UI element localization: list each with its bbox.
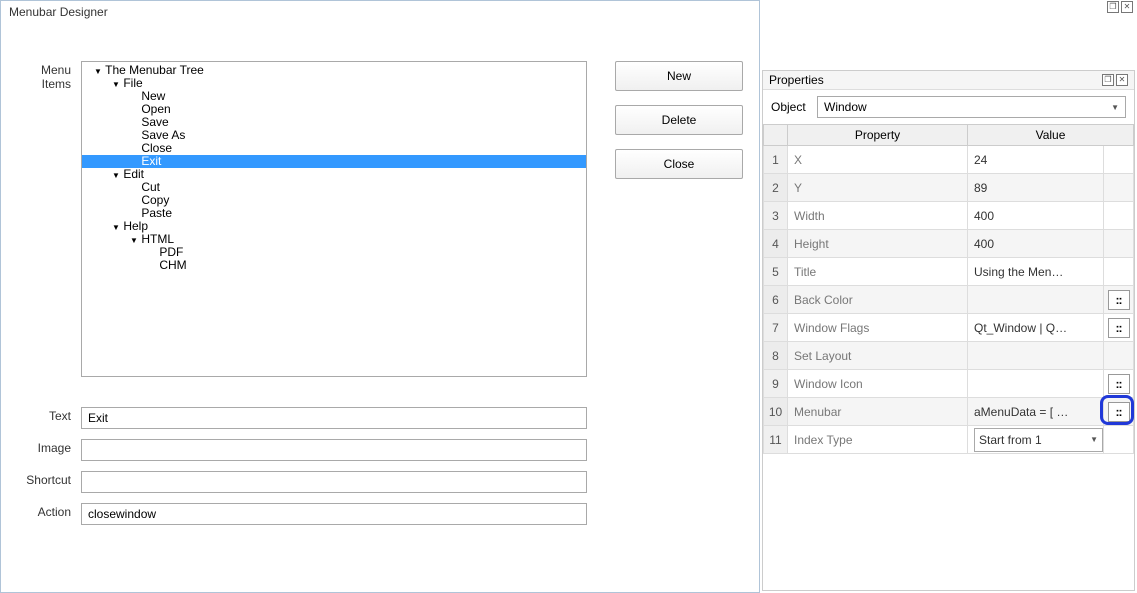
property-button-cell — [1104, 202, 1134, 230]
tree-item[interactable]: Close — [88, 142, 580, 155]
rownum-cell: 5 — [764, 258, 788, 286]
property-name-cell: Title — [788, 258, 968, 286]
property-edit-button[interactable]: :: — [1108, 290, 1130, 310]
object-label: Object — [771, 100, 811, 114]
property-button-cell — [1104, 230, 1134, 258]
chevron-down-icon: ▼ — [1111, 103, 1119, 112]
property-button-cell — [1104, 342, 1134, 370]
property-button-cell — [1104, 146, 1134, 174]
panel-restore-icon[interactable]: ❐ — [1102, 74, 1114, 86]
rownum-cell: 6 — [764, 286, 788, 314]
shortcut-field[interactable] — [81, 471, 587, 493]
property-value-cell[interactable] — [968, 286, 1104, 314]
property-button-cell — [1104, 258, 1134, 286]
window-title: Menubar Designer — [1, 1, 759, 23]
property-value-cell[interactable] — [968, 370, 1104, 398]
tree-item[interactable]: Exit — [82, 155, 586, 168]
property-edit-button[interactable]: :: — [1108, 318, 1130, 338]
restore-icon[interactable]: ❐ — [1107, 1, 1119, 13]
property-name-cell: Window Flags — [788, 314, 968, 342]
tree-item[interactable]: ▼ The Menubar Tree — [88, 64, 580, 77]
tree-item[interactable]: ▼ Edit — [88, 168, 580, 181]
property-button-cell: :: — [1104, 398, 1134, 426]
property-value-cell[interactable]: Start from 1▼ — [968, 426, 1104, 454]
properties-table: Property Value 1X242Y893Width4004Height4… — [763, 124, 1134, 454]
property-row: 10MenubaraMenuData = [ …:: — [764, 398, 1134, 426]
property-row: 8Set Layout — [764, 342, 1134, 370]
property-edit-button[interactable]: :: — [1108, 402, 1130, 422]
property-button-cell: :: — [1104, 370, 1134, 398]
rownum-cell: 8 — [764, 342, 788, 370]
property-name-cell: Y — [788, 174, 968, 202]
property-value-cell[interactable]: 400 — [968, 202, 1104, 230]
property-name-cell: Menubar — [788, 398, 968, 426]
close-button[interactable]: Close — [615, 149, 743, 179]
property-name-cell: X — [788, 146, 968, 174]
property-value-cell[interactable]: 89 — [968, 174, 1104, 202]
properties-title: Properties — [769, 73, 824, 87]
property-name-cell: Set Layout — [788, 342, 968, 370]
menu-items-tree[interactable]: ▼ The Menubar Tree▼ File New Open Save S… — [81, 61, 587, 377]
menu-items-label: Menu Items — [21, 61, 81, 91]
text-field[interactable] — [81, 407, 587, 429]
property-value-cell[interactable]: Using the Men… — [968, 258, 1104, 286]
property-name-cell: Height — [788, 230, 968, 258]
property-row: 7Window FlagsQt_Window | Q…:: — [764, 314, 1134, 342]
rownum-cell: 2 — [764, 174, 788, 202]
property-row: 2Y89 — [764, 174, 1134, 202]
rownum-cell: 4 — [764, 230, 788, 258]
property-button-cell — [1104, 174, 1134, 202]
tree-item[interactable]: Paste — [88, 207, 580, 220]
property-button-cell: :: — [1104, 314, 1134, 342]
image-label: Image — [21, 439, 81, 455]
shortcut-label: Shortcut — [21, 471, 81, 487]
new-button[interactable]: New — [615, 61, 743, 91]
text-label: Text — [21, 407, 81, 423]
property-button-cell — [1104, 426, 1134, 454]
value-header: Value — [968, 125, 1134, 146]
rownum-cell: 10 — [764, 398, 788, 426]
action-label: Action — [21, 503, 81, 519]
property-value-cell[interactable]: 24 — [968, 146, 1104, 174]
menubar-designer-window: Menubar Designer Menu Items ▼ The Menuba… — [0, 0, 760, 593]
properties-panel: Properties ❐ ✕ Object Window ▼ Pro — [762, 70, 1135, 591]
rownum-cell: 3 — [764, 202, 788, 230]
delete-button[interactable]: Delete — [615, 105, 743, 135]
property-button-cell: :: — [1104, 286, 1134, 314]
property-value-cell[interactable]: aMenuData = [ … — [968, 398, 1104, 426]
property-name-cell: Width — [788, 202, 968, 230]
property-row: 4Height400 — [764, 230, 1134, 258]
object-select-value: Window — [824, 100, 867, 114]
property-row: 9Window Icon:: — [764, 370, 1134, 398]
image-field[interactable] — [81, 439, 587, 461]
property-value-cell[interactable]: Qt_Window | Q… — [968, 314, 1104, 342]
rownum-cell: 11 — [764, 426, 788, 454]
tree-item[interactable]: CHM — [88, 259, 580, 272]
property-row: 1X24 — [764, 146, 1134, 174]
object-select[interactable]: Window ▼ — [817, 96, 1126, 118]
property-name-cell: Window Icon — [788, 370, 968, 398]
property-row: 11Index TypeStart from 1▼ — [764, 426, 1134, 454]
property-row: 6Back Color:: — [764, 286, 1134, 314]
property-row: 5TitleUsing the Men… — [764, 258, 1134, 286]
property-edit-button[interactable]: :: — [1108, 374, 1130, 394]
rownum-header — [764, 125, 788, 146]
close-icon[interactable]: ✕ — [1121, 1, 1133, 13]
rownum-cell: 7 — [764, 314, 788, 342]
rownum-cell: 9 — [764, 370, 788, 398]
index-type-select[interactable]: Start from 1▼ — [974, 428, 1103, 452]
property-name-cell: Index Type — [788, 426, 968, 454]
property-row: 3Width400 — [764, 202, 1134, 230]
property-value-cell[interactable]: 400 — [968, 230, 1104, 258]
action-field[interactable] — [81, 503, 587, 525]
chevron-down-icon: ▼ — [1090, 435, 1098, 444]
rownum-cell: 1 — [764, 146, 788, 174]
panel-close-icon[interactable]: ✕ — [1116, 74, 1128, 86]
property-name-cell: Back Color — [788, 286, 968, 314]
property-header: Property — [788, 125, 968, 146]
property-value-cell[interactable] — [968, 342, 1104, 370]
